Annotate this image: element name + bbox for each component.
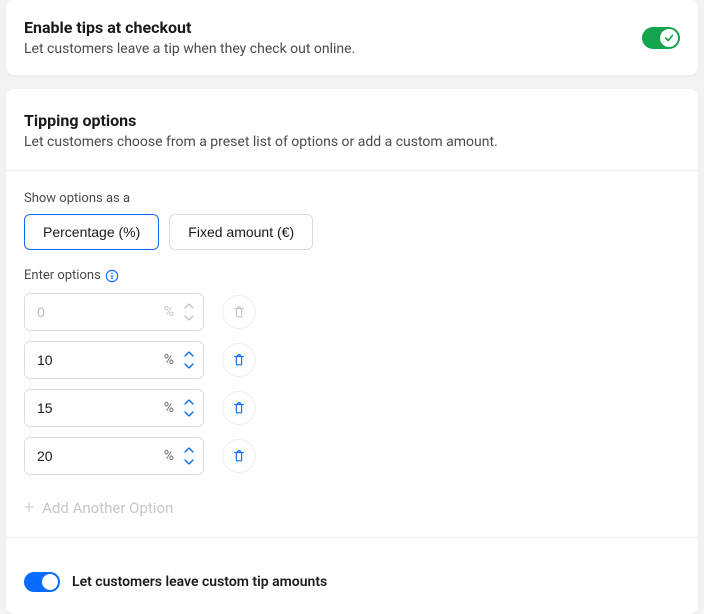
show-options-label-text: Show options as a: [24, 191, 130, 206]
custom-tip-label: Let customers leave custom tip amounts: [72, 574, 327, 590]
option-input[interactable]: [24, 437, 204, 475]
stepper-up-icon[interactable]: [180, 300, 198, 312]
option-input[interactable]: [24, 341, 204, 379]
add-option-button[interactable]: + Add Another Option: [24, 499, 680, 517]
show-options-segmented: Percentage (%) Fixed amount (€): [24, 214, 680, 250]
trash-icon: [232, 401, 246, 415]
enable-tips-title: Enable tips at checkout: [24, 18, 642, 37]
option-row: %: [24, 341, 680, 379]
show-options-label: Show options as a: [24, 191, 680, 206]
check-icon: [664, 33, 674, 43]
enter-options-label: Enter options: [24, 268, 680, 283]
delete-option-button[interactable]: [222, 439, 256, 473]
stepper-down-icon[interactable]: [180, 360, 198, 372]
option-row: %: [24, 389, 680, 427]
enable-tips-card: Enable tips at checkout Let customers le…: [6, 0, 698, 75]
info-icon[interactable]: [105, 269, 119, 283]
stepper-up-icon[interactable]: [180, 348, 198, 360]
option-input[interactable]: [24, 293, 204, 331]
stepper-down-icon[interactable]: [180, 408, 198, 420]
delete-option-button[interactable]: [222, 343, 256, 377]
enable-tips-toggle[interactable]: [642, 27, 680, 49]
option-row: %: [24, 437, 680, 475]
option-stepper: [180, 394, 198, 422]
tipping-title: Tipping options: [24, 111, 680, 130]
plus-icon: +: [24, 499, 34, 517]
trash-icon: [232, 353, 246, 367]
custom-tip-row: Let customers leave custom tip amounts: [24, 558, 680, 606]
stepper-up-icon[interactable]: [180, 444, 198, 456]
add-option-label: Add Another Option: [42, 499, 173, 517]
option-stepper: [180, 346, 198, 374]
delete-option-button[interactable]: [222, 391, 256, 425]
enable-tips-subtitle: Let customers leave a tip when they chec…: [24, 41, 642, 57]
mode-percentage-button[interactable]: Percentage (%): [24, 214, 159, 250]
stepper-up-icon[interactable]: [180, 396, 198, 408]
option-stepper: [180, 298, 198, 326]
trash-icon: [232, 305, 246, 319]
tipping-subtitle: Let customers choose from a preset list …: [24, 134, 680, 150]
option-stepper: [180, 442, 198, 470]
divider: [6, 170, 698, 171]
tipping-options-card: Tipping options Let customers choose fro…: [6, 89, 698, 614]
option-input[interactable]: [24, 389, 204, 427]
mode-fixed-button[interactable]: Fixed amount (€): [169, 214, 313, 250]
custom-tip-toggle[interactable]: [24, 572, 60, 592]
option-input-wrap: %: [24, 293, 204, 331]
delete-option-button[interactable]: [222, 295, 256, 329]
option-row: %: [24, 293, 680, 331]
option-input-wrap: %: [24, 341, 204, 379]
option-input-wrap: %: [24, 437, 204, 475]
divider: [6, 537, 698, 538]
enter-options-label-text: Enter options: [24, 268, 101, 283]
enable-tips-text: Enable tips at checkout Let customers le…: [24, 18, 642, 57]
toggle-knob: [660, 29, 678, 47]
stepper-down-icon[interactable]: [180, 456, 198, 468]
trash-icon: [232, 449, 246, 463]
option-input-wrap: %: [24, 389, 204, 427]
stepper-down-icon[interactable]: [180, 312, 198, 324]
enter-options-section: Enter options % %: [24, 268, 680, 517]
toggle-knob: [42, 574, 58, 590]
